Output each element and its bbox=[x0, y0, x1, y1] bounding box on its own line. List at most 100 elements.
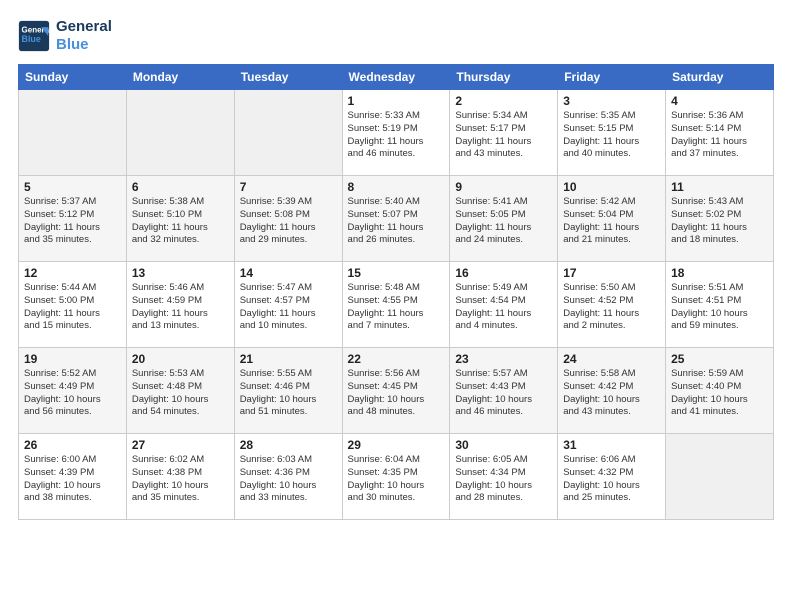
calendar-week-row: 12 Sunrise: 5:44 AM Sunset: 5:00 PM Dayli… bbox=[19, 262, 774, 348]
weekday-header-wednesday: Wednesday bbox=[342, 65, 450, 90]
day-info: Sunrise: 6:02 AM Sunset: 4:38 PM Dayligh… bbox=[132, 454, 229, 505]
calendar-table: SundayMondayTuesdayWednesdayThursdayFrid… bbox=[18, 64, 774, 520]
calendar-day-16: 16Sunrise: 5:49 AM Sunset: 4:54 PM Dayli… bbox=[450, 262, 558, 348]
calendar-day-20: 20 Sunrise: 5:53 AM Sunset: 4:48 PM Dayli… bbox=[126, 348, 234, 434]
calendar-day-11: 11 Sunrise: 5:43 AM Sunset: 5:02 PM Dayli… bbox=[666, 176, 774, 262]
weekday-header-thursday: Thursday bbox=[450, 65, 558, 90]
day-number: 12 bbox=[24, 266, 121, 280]
day-number: 11 bbox=[671, 180, 768, 194]
calendar-empty-cell bbox=[666, 434, 774, 520]
day-info: Sunrise: 5:42 AM Sunset: 5:04 PM Dayligh… bbox=[563, 196, 660, 247]
day-info: Sunrise: 5:38 AM Sunset: 5:10 PM Dayligh… bbox=[132, 196, 229, 247]
logo-text: General Blue bbox=[56, 18, 112, 54]
logo-icon: General Blue bbox=[18, 20, 50, 52]
calendar-day-12: 12 Sunrise: 5:44 AM Sunset: 5:00 PM Dayli… bbox=[19, 262, 127, 348]
day-number: 22 bbox=[348, 352, 445, 366]
day-info: Sunrise: 5:46 AM Sunset: 4:59 PM Dayligh… bbox=[132, 282, 229, 333]
day-info: Sunrise: 5:50 AM Sunset: 4:52 PM Dayligh… bbox=[563, 282, 660, 333]
day-number: 9 bbox=[455, 180, 552, 194]
day-number: 14 bbox=[240, 266, 337, 280]
day-info: Sunrise: 6:03 AM Sunset: 4:36 PM Dayligh… bbox=[240, 454, 337, 505]
day-info: Sunrise: 6:05 AM Sunset: 4:34 PM Dayligh… bbox=[455, 454, 552, 505]
day-number: 17 bbox=[563, 266, 660, 280]
calendar-day-10: 10Sunrise: 5:42 AM Sunset: 5:04 PM Dayli… bbox=[558, 176, 666, 262]
day-number: 8 bbox=[348, 180, 445, 194]
day-number: 29 bbox=[348, 438, 445, 452]
calendar-day-27: 27Sunrise: 6:02 AM Sunset: 4:38 PM Dayli… bbox=[126, 434, 234, 520]
weekday-header-friday: Friday bbox=[558, 65, 666, 90]
calendar-empty-cell bbox=[126, 90, 234, 176]
day-number: 7 bbox=[240, 180, 337, 194]
calendar-day-25: 25 Sunrise: 5:59 AM Sunset: 4:40 PM Dayli… bbox=[666, 348, 774, 434]
day-info: Sunrise: 5:52 AM Sunset: 4:49 PM Dayligh… bbox=[24, 368, 121, 419]
day-info: Sunrise: 5:39 AM Sunset: 5:08 PM Dayligh… bbox=[240, 196, 337, 247]
day-number: 30 bbox=[455, 438, 552, 452]
calendar-day-8: 8 Sunrise: 5:40 AM Sunset: 5:07 PM Daylig… bbox=[342, 176, 450, 262]
day-number: 3 bbox=[563, 94, 660, 108]
calendar-day-17: 17 Sunrise: 5:50 AM Sunset: 4:52 PM Dayli… bbox=[558, 262, 666, 348]
calendar-day-19: 19 Sunrise: 5:52 AM Sunset: 4:49 PM Dayli… bbox=[19, 348, 127, 434]
calendar-day-29: 29Sunrise: 6:04 AM Sunset: 4:35 PM Dayli… bbox=[342, 434, 450, 520]
calendar-day-22: 22 Sunrise: 5:56 AM Sunset: 4:45 PM Dayli… bbox=[342, 348, 450, 434]
calendar-week-row: 26Sunrise: 6:00 AM Sunset: 4:39 PM Dayli… bbox=[19, 434, 774, 520]
page-header: General Blue General Blue bbox=[18, 18, 774, 54]
day-info: Sunrise: 5:48 AM Sunset: 4:55 PM Dayligh… bbox=[348, 282, 445, 333]
logo: General Blue General Blue bbox=[18, 18, 112, 54]
calendar-day-15: 15 Sunrise: 5:48 AM Sunset: 4:55 PM Dayli… bbox=[342, 262, 450, 348]
day-info: Sunrise: 5:44 AM Sunset: 5:00 PM Dayligh… bbox=[24, 282, 121, 333]
day-info: Sunrise: 5:59 AM Sunset: 4:40 PM Dayligh… bbox=[671, 368, 768, 419]
day-number: 20 bbox=[132, 352, 229, 366]
weekday-header-monday: Monday bbox=[126, 65, 234, 90]
day-number: 24 bbox=[563, 352, 660, 366]
calendar-day-3: 3 Sunrise: 5:35 AM Sunset: 5:15 PM Daylig… bbox=[558, 90, 666, 176]
calendar-day-31: 31 Sunrise: 6:06 AM Sunset: 4:32 PM Dayli… bbox=[558, 434, 666, 520]
day-info: Sunrise: 5:40 AM Sunset: 5:07 PM Dayligh… bbox=[348, 196, 445, 247]
weekday-header-sunday: Sunday bbox=[19, 65, 127, 90]
page-container: General Blue General Blue SundayMondayTu… bbox=[0, 0, 792, 612]
day-number: 18 bbox=[671, 266, 768, 280]
day-info: Sunrise: 5:58 AM Sunset: 4:42 PM Dayligh… bbox=[563, 368, 660, 419]
day-number: 21 bbox=[240, 352, 337, 366]
day-info: Sunrise: 5:35 AM Sunset: 5:15 PM Dayligh… bbox=[563, 110, 660, 161]
weekday-header-saturday: Saturday bbox=[666, 65, 774, 90]
calendar-empty-cell bbox=[19, 90, 127, 176]
day-number: 5 bbox=[24, 180, 121, 194]
day-number: 15 bbox=[348, 266, 445, 280]
day-info: Sunrise: 5:37 AM Sunset: 5:12 PM Dayligh… bbox=[24, 196, 121, 247]
calendar-day-5: 5 Sunrise: 5:37 AM Sunset: 5:12 PM Daylig… bbox=[19, 176, 127, 262]
weekday-header-row: SundayMondayTuesdayWednesdayThursdayFrid… bbox=[19, 65, 774, 90]
day-info: Sunrise: 5:36 AM Sunset: 5:14 PM Dayligh… bbox=[671, 110, 768, 161]
day-number: 2 bbox=[455, 94, 552, 108]
day-info: Sunrise: 5:56 AM Sunset: 4:45 PM Dayligh… bbox=[348, 368, 445, 419]
day-number: 16 bbox=[455, 266, 552, 280]
calendar-week-row: 5 Sunrise: 5:37 AM Sunset: 5:12 PM Daylig… bbox=[19, 176, 774, 262]
day-info: Sunrise: 5:43 AM Sunset: 5:02 PM Dayligh… bbox=[671, 196, 768, 247]
day-info: Sunrise: 5:34 AM Sunset: 5:17 PM Dayligh… bbox=[455, 110, 552, 161]
day-number: 31 bbox=[563, 438, 660, 452]
day-info: Sunrise: 5:41 AM Sunset: 5:05 PM Dayligh… bbox=[455, 196, 552, 247]
calendar-day-14: 14Sunrise: 5:47 AM Sunset: 4:57 PM Dayli… bbox=[234, 262, 342, 348]
calendar-day-9: 9 Sunrise: 5:41 AM Sunset: 5:05 PM Daylig… bbox=[450, 176, 558, 262]
day-info: Sunrise: 6:06 AM Sunset: 4:32 PM Dayligh… bbox=[563, 454, 660, 505]
calendar-day-21: 21Sunrise: 5:55 AM Sunset: 4:46 PM Dayli… bbox=[234, 348, 342, 434]
calendar-day-4: 4 Sunrise: 5:36 AM Sunset: 5:14 PM Daylig… bbox=[666, 90, 774, 176]
svg-text:Blue: Blue bbox=[22, 34, 41, 44]
calendar-day-1: 1 Sunrise: 5:33 AM Sunset: 5:19 PM Daylig… bbox=[342, 90, 450, 176]
calendar-day-24: 24 Sunrise: 5:58 AM Sunset: 4:42 PM Dayli… bbox=[558, 348, 666, 434]
day-number: 19 bbox=[24, 352, 121, 366]
day-info: Sunrise: 5:33 AM Sunset: 5:19 PM Dayligh… bbox=[348, 110, 445, 161]
calendar-day-6: 6Sunrise: 5:38 AM Sunset: 5:10 PM Daylig… bbox=[126, 176, 234, 262]
day-number: 25 bbox=[671, 352, 768, 366]
calendar-day-18: 18Sunrise: 5:51 AM Sunset: 4:51 PM Dayli… bbox=[666, 262, 774, 348]
day-info: Sunrise: 5:57 AM Sunset: 4:43 PM Dayligh… bbox=[455, 368, 552, 419]
calendar-day-2: 2 Sunrise: 5:34 AM Sunset: 5:17 PM Daylig… bbox=[450, 90, 558, 176]
day-number: 1 bbox=[348, 94, 445, 108]
calendar-day-26: 26Sunrise: 6:00 AM Sunset: 4:39 PM Dayli… bbox=[19, 434, 127, 520]
day-number: 13 bbox=[132, 266, 229, 280]
calendar-week-row: 1 Sunrise: 5:33 AM Sunset: 5:19 PM Daylig… bbox=[19, 90, 774, 176]
day-info: Sunrise: 5:53 AM Sunset: 4:48 PM Dayligh… bbox=[132, 368, 229, 419]
day-number: 28 bbox=[240, 438, 337, 452]
calendar-week-row: 19 Sunrise: 5:52 AM Sunset: 4:49 PM Dayli… bbox=[19, 348, 774, 434]
calendar-day-28: 28 Sunrise: 6:03 AM Sunset: 4:36 PM Dayli… bbox=[234, 434, 342, 520]
day-number: 4 bbox=[671, 94, 768, 108]
